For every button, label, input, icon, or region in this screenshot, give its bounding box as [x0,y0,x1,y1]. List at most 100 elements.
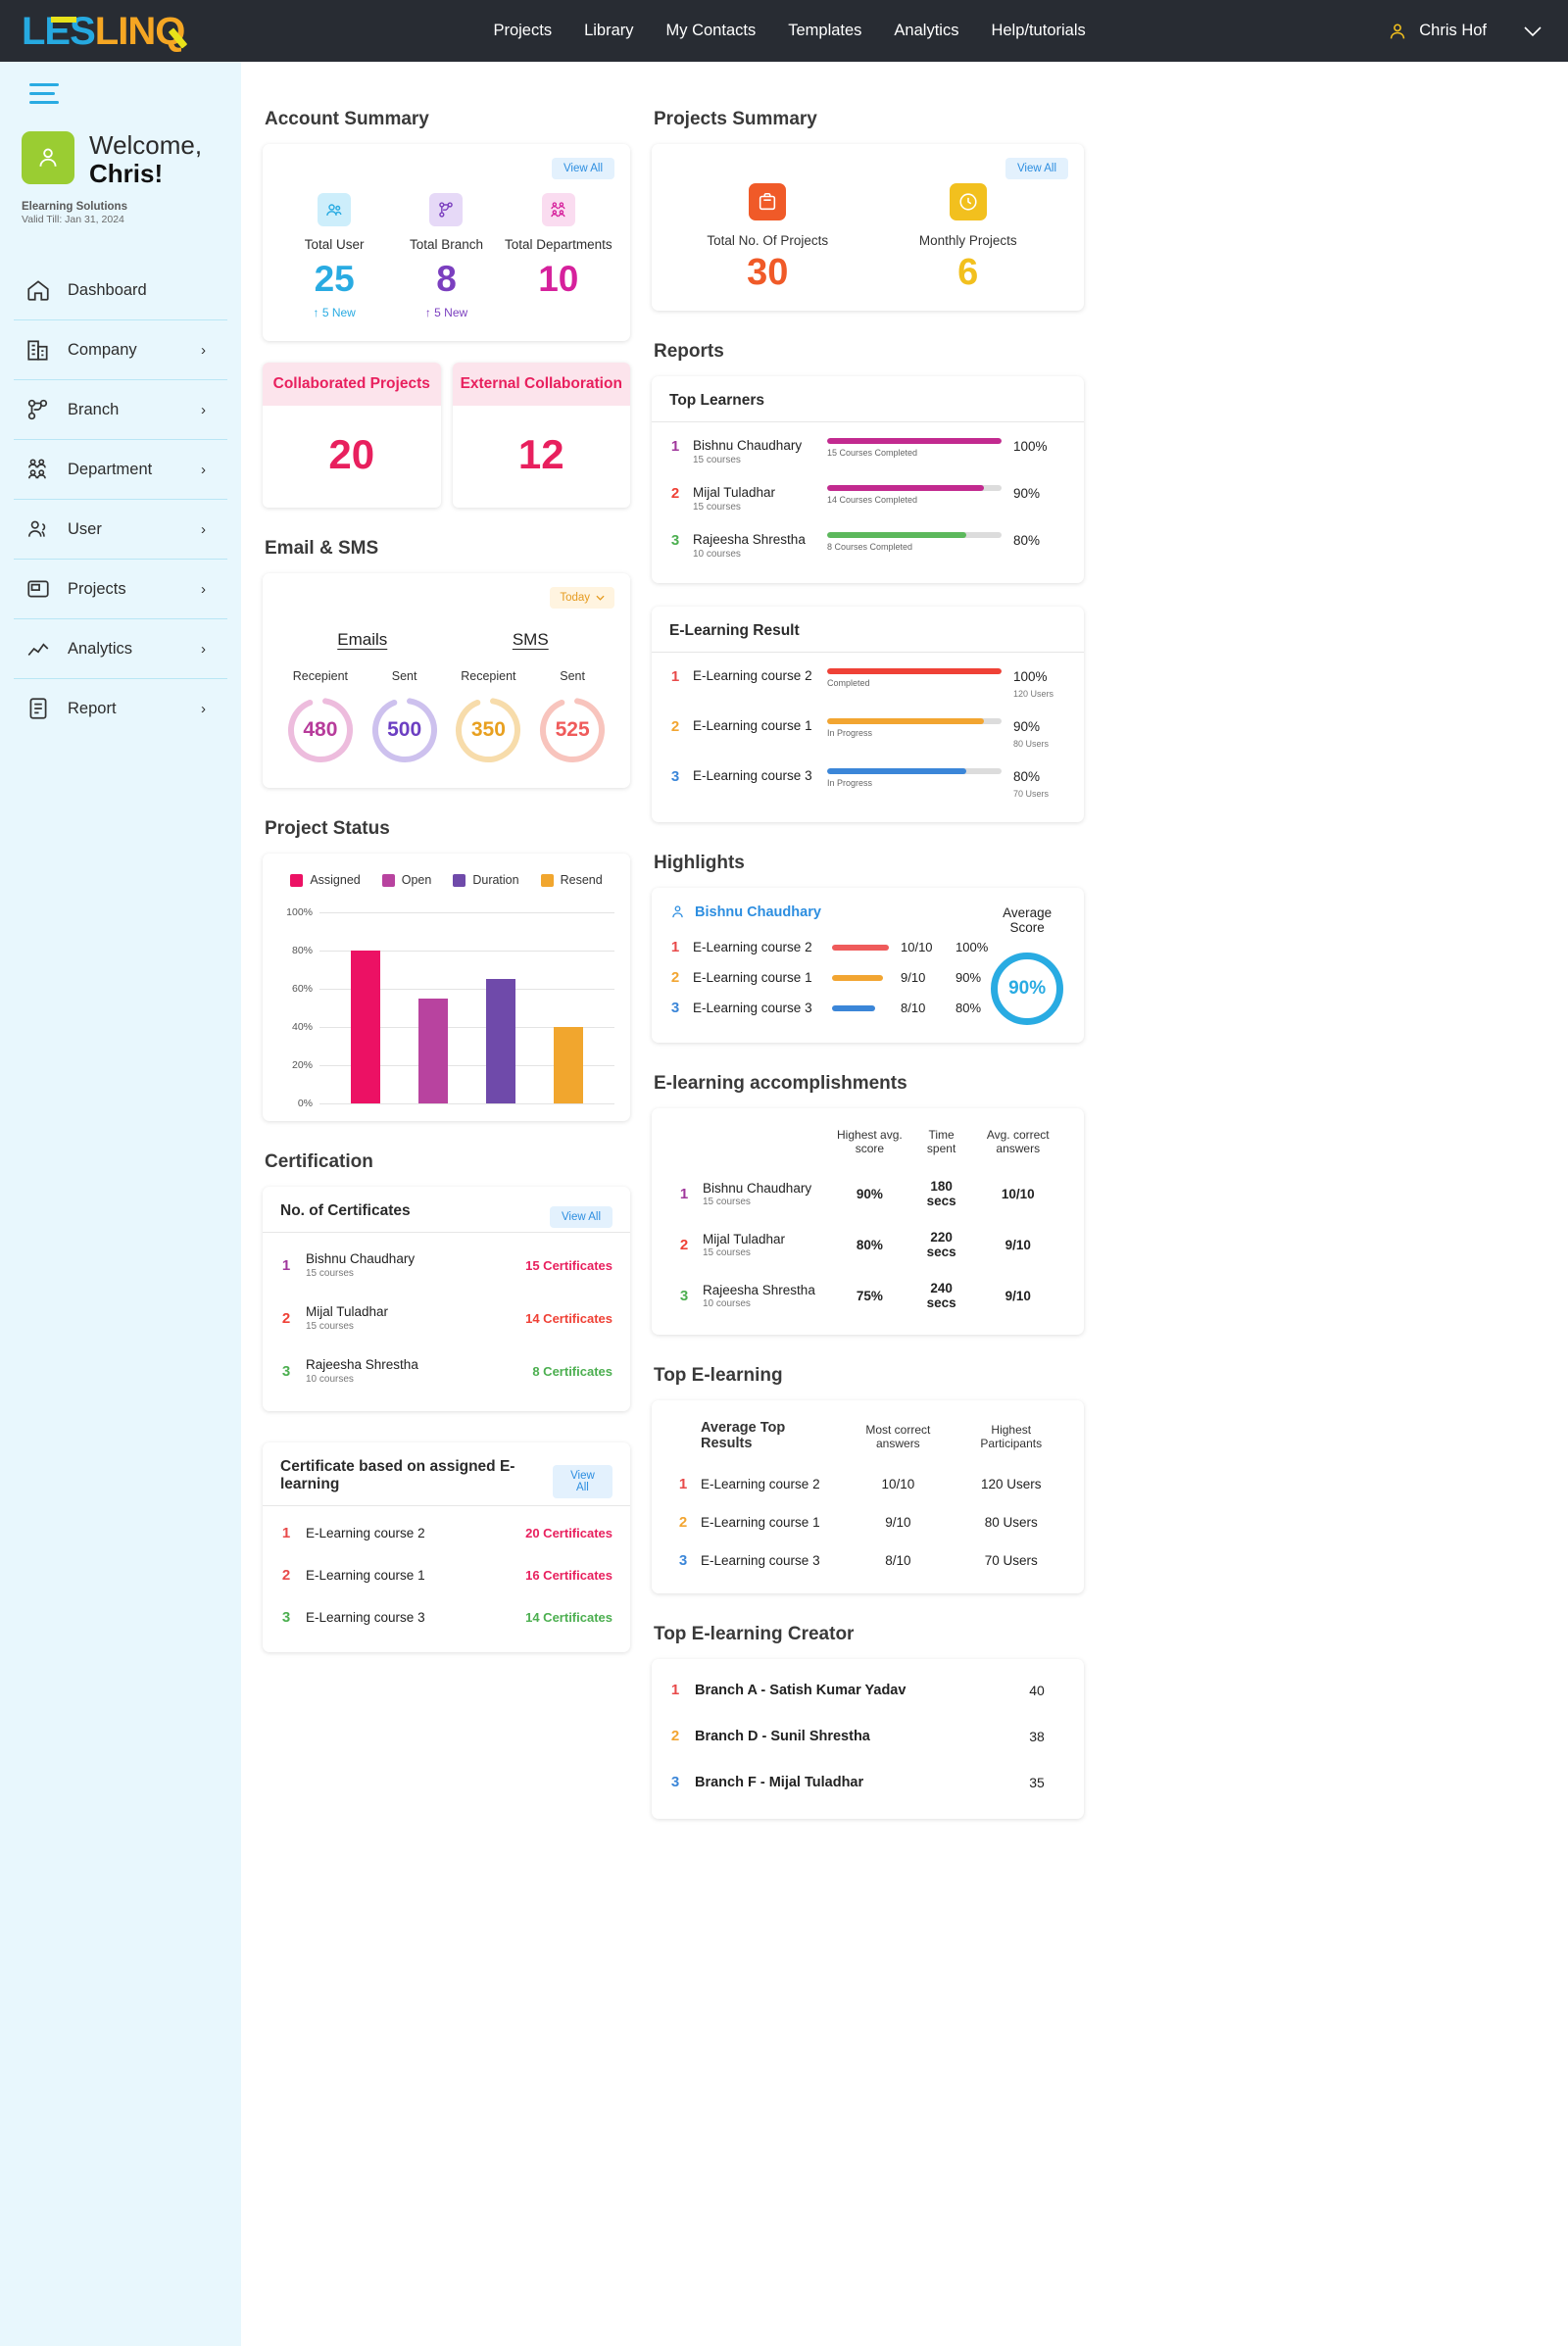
projects-icon [27,580,49,598]
user-menu[interactable]: Chris Hof [1387,21,1568,42]
metric-label: Sent [391,669,417,683]
time-spent: 240 secs [926,1281,956,1310]
table-row: 3 Branch F - Mijal Tuladhar 35 [669,1759,1066,1805]
person-courses: 15 courses [306,1268,354,1279]
email-sms-filter-button[interactable]: Today [550,587,614,609]
sidebar-item-label: Analytics [68,639,133,658]
nav-link-projects[interactable]: Projects [493,22,552,40]
logo-accent-bar [51,16,76,23]
column-header: Average Top Results [701,1420,786,1451]
course-name: E-Learning course 1 [306,1568,425,1583]
average-score-ring: 90% [991,953,1064,1025]
creator-value: 35 [1029,1774,1045,1790]
chevron-down-icon[interactable] [1523,25,1543,37]
table-row: 2 Mijal Tuladhar 15 courses 80% 220 secs … [669,1219,1066,1270]
table-row: 3 E-Learning course 3 8/10 70 Users [669,1541,1066,1580]
chevron-right-icon: › [201,341,206,359]
table-row: 1 Bishnu Chaudhary 15 courses 90% 180 sec… [669,1168,1066,1219]
metric-label: Recepient [292,669,349,683]
hamburger-menu-icon[interactable] [29,83,59,104]
rank: 1 [281,1525,291,1541]
nav-link-help-tutorials[interactable]: Help/tutorials [991,22,1085,40]
stat-label: Total Departments [505,237,612,252]
table-row: 1 Bishnu Chaudhary 15 courses 15 Courses… [669,428,1066,475]
participants: 70 Users [984,1553,1038,1568]
y-axis: 100% 80% 60% 40% 20% 0% [278,906,319,1109]
projects-summary-view-all-button[interactable]: View All [1004,158,1068,179]
bar-resend [554,1027,584,1103]
y-tick: 40% [291,1021,313,1033]
nav-link-my-contacts[interactable]: My Contacts [666,22,757,40]
branch-icon [429,193,464,226]
bar-open [417,998,448,1103]
metric-value: 480 [303,718,338,741]
list-item: 3 Rajeesha Shrestha 10 courses 8 Certifi… [280,1344,612,1397]
card-title: Collaborated Projects [263,363,441,406]
plan-valid-till: Valid Till: Jan 31, 2024 [22,214,124,226]
rank: 3 [670,1000,680,1016]
welcome-username: Chris! [89,159,164,189]
score: 8/10 [901,1001,926,1015]
top-learners-card: Top Learners 1 Bishnu Chaudhary 15 cours… [652,376,1084,583]
list-item: 2 E-Learning course 1 16 Certificates [280,1554,612,1596]
progress-bar [827,668,1002,674]
chevron-right-icon: › [201,461,206,478]
welcome-greeting: Welcome, [89,130,203,160]
learner-courses: 15 courses [693,455,741,465]
sidebar-item-projects[interactable]: Projects › [14,559,227,618]
sidebar: Welcome, Chris! Elearning Solutions Vali… [0,62,241,2346]
chevron-right-icon: › [201,401,206,418]
participants: 80 Users [984,1515,1038,1530]
metric-label: Sent [560,669,585,683]
score-bar [832,974,883,981]
score: 10/10 [901,940,933,954]
course-name: E-Learning course 2 [693,940,812,954]
rank: 1 [678,1476,688,1492]
stat-label: Total User [304,237,365,252]
rank: 3 [679,1287,689,1304]
rank: 1 [679,1185,689,1202]
user-avatar-icon [1391,23,1405,38]
user-count: 70 Users [1013,789,1050,799]
progress-bar [827,485,1002,491]
nav-link-analytics[interactable]: Analytics [894,22,958,40]
sidebar-item-branch[interactable]: Branch › [14,379,227,439]
table-row: 1 E-Learning course 2 10/10 120 Users [669,1465,1066,1503]
table-row: 3 Rajeesha Shrestha 10 courses 8 Courses… [669,522,1066,569]
account-summary-view-all-button[interactable]: View All [551,158,614,179]
nav-link-templates[interactable]: Templates [788,22,861,40]
progress-bar [827,438,1002,444]
column-header: Avg. correct answers [986,1128,1050,1155]
course-name: E-Learning course 2 [693,668,812,683]
rank: 2 [670,1728,680,1744]
briefcase-icon [749,183,787,220]
y-tick: 60% [291,983,313,995]
sidebar-item-department[interactable]: Department › [14,439,227,499]
external-collaboration-card: External Collaboration 12 [452,363,630,508]
avatar [22,131,74,184]
person-courses: 10 courses [306,1374,354,1385]
sidebar-item-label: Projects [68,579,126,598]
plan-name: Elearning Solutions [22,201,127,214]
course-name: E-Learning course 3 [306,1610,425,1625]
course-name: E-Learning course 1 [693,718,812,733]
card-title: External Collaboration [452,363,630,406]
highlight-person[interactable]: Bishnu Chaudhary [669,904,988,920]
dashboard-page: LESLINQ Projects Library My Contacts Tem… [0,0,1568,2346]
rank: 1 [670,438,680,455]
project-status-title: Project Status [265,818,390,839]
correct-answers: 9/10 [885,1515,911,1530]
sidebar-item-user[interactable]: User › [14,499,227,559]
sidebar-item-company[interactable]: Company › [14,319,227,379]
certificates-view-all-button[interactable]: View All [549,1206,612,1228]
sidebar-item-report[interactable]: Report › [14,678,227,738]
person-name: Mijal Tuladhar [703,1231,786,1246]
sidebar-item-dashboard[interactable]: Dashboard [0,261,241,319]
nav-link-library[interactable]: Library [584,22,633,40]
email-sms-card: Today Emails SMS Recepient 480 Sent 500 … [263,573,630,788]
percentage: 90% [956,970,982,985]
sms-recipient-metric: Recepient 350 [447,669,531,764]
collaboration-cards: Collaborated Projects 20 External Collab… [263,363,630,508]
assigned-view-all-button[interactable]: View All [552,1465,612,1498]
sidebar-item-analytics[interactable]: Analytics › [14,618,227,678]
